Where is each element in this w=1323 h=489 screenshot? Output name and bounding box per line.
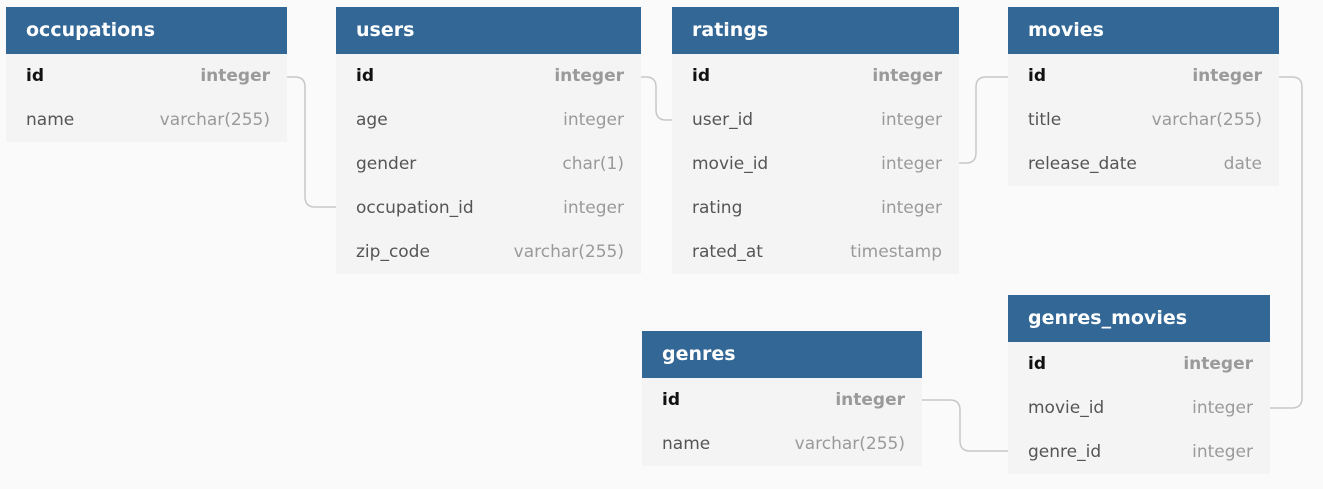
column-name: id	[356, 66, 374, 86]
column-row-release-date[interactable]: release_date date	[1008, 142, 1279, 186]
table-header[interactable]: movies	[1008, 7, 1279, 54]
column-row-genre-id[interactable]: genre_id integer	[1008, 430, 1270, 474]
table-header[interactable]: genres	[642, 331, 922, 378]
column-name: zip_code	[356, 242, 430, 262]
table-genres-movies[interactable]: genres_movies id integer movie_id intege…	[1008, 295, 1270, 474]
column-row-movie-id[interactable]: movie_id integer	[672, 142, 959, 186]
column-type: integer	[881, 110, 942, 130]
column-name: release_date	[1028, 154, 1137, 174]
column-name: occupation_id	[356, 198, 474, 218]
table-header[interactable]: ratings	[672, 7, 959, 54]
table-header[interactable]: occupations	[6, 7, 287, 54]
column-type: integer	[1183, 354, 1253, 374]
column-row-name[interactable]: name varchar(255)	[6, 98, 287, 142]
column-name: rating	[692, 198, 743, 218]
column-type: integer	[835, 390, 905, 410]
column-type: varchar(255)	[159, 110, 270, 130]
column-row-occupation-id[interactable]: occupation_id integer	[336, 186, 641, 230]
column-type: integer	[1192, 398, 1253, 418]
column-row-gender[interactable]: gender char(1)	[336, 142, 641, 186]
column-type: date	[1223, 154, 1262, 174]
column-type: integer	[881, 198, 942, 218]
column-row-zip-code[interactable]: zip_code varchar(255)	[336, 230, 641, 274]
table-users[interactable]: users id integer age integer gender char…	[336, 7, 641, 274]
column-type: varchar(255)	[513, 242, 624, 262]
column-type: varchar(255)	[1151, 110, 1262, 130]
column-row-id[interactable]: id integer	[6, 54, 287, 98]
table-header[interactable]: genres_movies	[1008, 295, 1270, 342]
column-name: id	[692, 66, 710, 86]
column-row-id[interactable]: id integer	[1008, 342, 1270, 386]
column-type: varchar(255)	[794, 434, 905, 454]
column-name: id	[26, 66, 44, 86]
column-name: rated_at	[692, 242, 763, 262]
table-genres[interactable]: genres id integer name varchar(255)	[642, 331, 922, 466]
column-row-rated-at[interactable]: rated_at timestamp	[672, 230, 959, 274]
column-type: integer	[1192, 66, 1262, 86]
column-name: name	[26, 110, 75, 130]
column-row-movie-id[interactable]: movie_id integer	[1008, 386, 1270, 430]
column-type: integer	[563, 198, 624, 218]
column-type: integer	[554, 66, 624, 86]
column-row-title[interactable]: title varchar(255)	[1008, 98, 1279, 142]
connector-genres-genres-movies	[922, 399, 1008, 452]
column-type: integer	[200, 66, 270, 86]
table-header[interactable]: users	[336, 7, 641, 54]
column-name: movie_id	[1028, 398, 1105, 418]
column-name: genre_id	[1028, 442, 1102, 462]
column-type: integer	[1192, 442, 1253, 462]
column-row-id[interactable]: id integer	[672, 54, 959, 98]
table-movies[interactable]: movies id integer title varchar(255) rel…	[1008, 7, 1279, 186]
column-row-rating[interactable]: rating integer	[672, 186, 959, 230]
connector-users-ratings	[641, 76, 672, 121]
column-name: movie_id	[692, 154, 769, 174]
column-name: title	[1028, 110, 1062, 130]
column-row-id[interactable]: id integer	[642, 378, 922, 422]
column-row-user-id[interactable]: user_id integer	[672, 98, 959, 142]
column-name: age	[356, 110, 388, 130]
column-type: integer	[881, 154, 942, 174]
column-row-age[interactable]: age integer	[336, 98, 641, 142]
table-occupations[interactable]: occupations id integer name varchar(255)	[6, 7, 287, 142]
column-row-id[interactable]: id integer	[1008, 54, 1279, 98]
column-type: char(1)	[562, 154, 624, 174]
column-name: user_id	[692, 110, 754, 130]
table-ratings[interactable]: ratings id integer user_id integer movie…	[672, 7, 959, 274]
column-type: integer	[872, 66, 942, 86]
column-type: integer	[563, 110, 624, 130]
column-name: id	[1028, 354, 1046, 374]
column-name: name	[662, 434, 711, 454]
column-type: timestamp	[850, 242, 942, 262]
connector-ratings-movies	[959, 76, 1008, 164]
column-row-id[interactable]: id integer	[336, 54, 641, 98]
column-row-name[interactable]: name varchar(255)	[642, 422, 922, 466]
connector-occupations-users	[287, 76, 336, 208]
column-name: gender	[356, 154, 417, 174]
column-name: id	[1028, 66, 1046, 86]
column-name: id	[662, 390, 680, 410]
